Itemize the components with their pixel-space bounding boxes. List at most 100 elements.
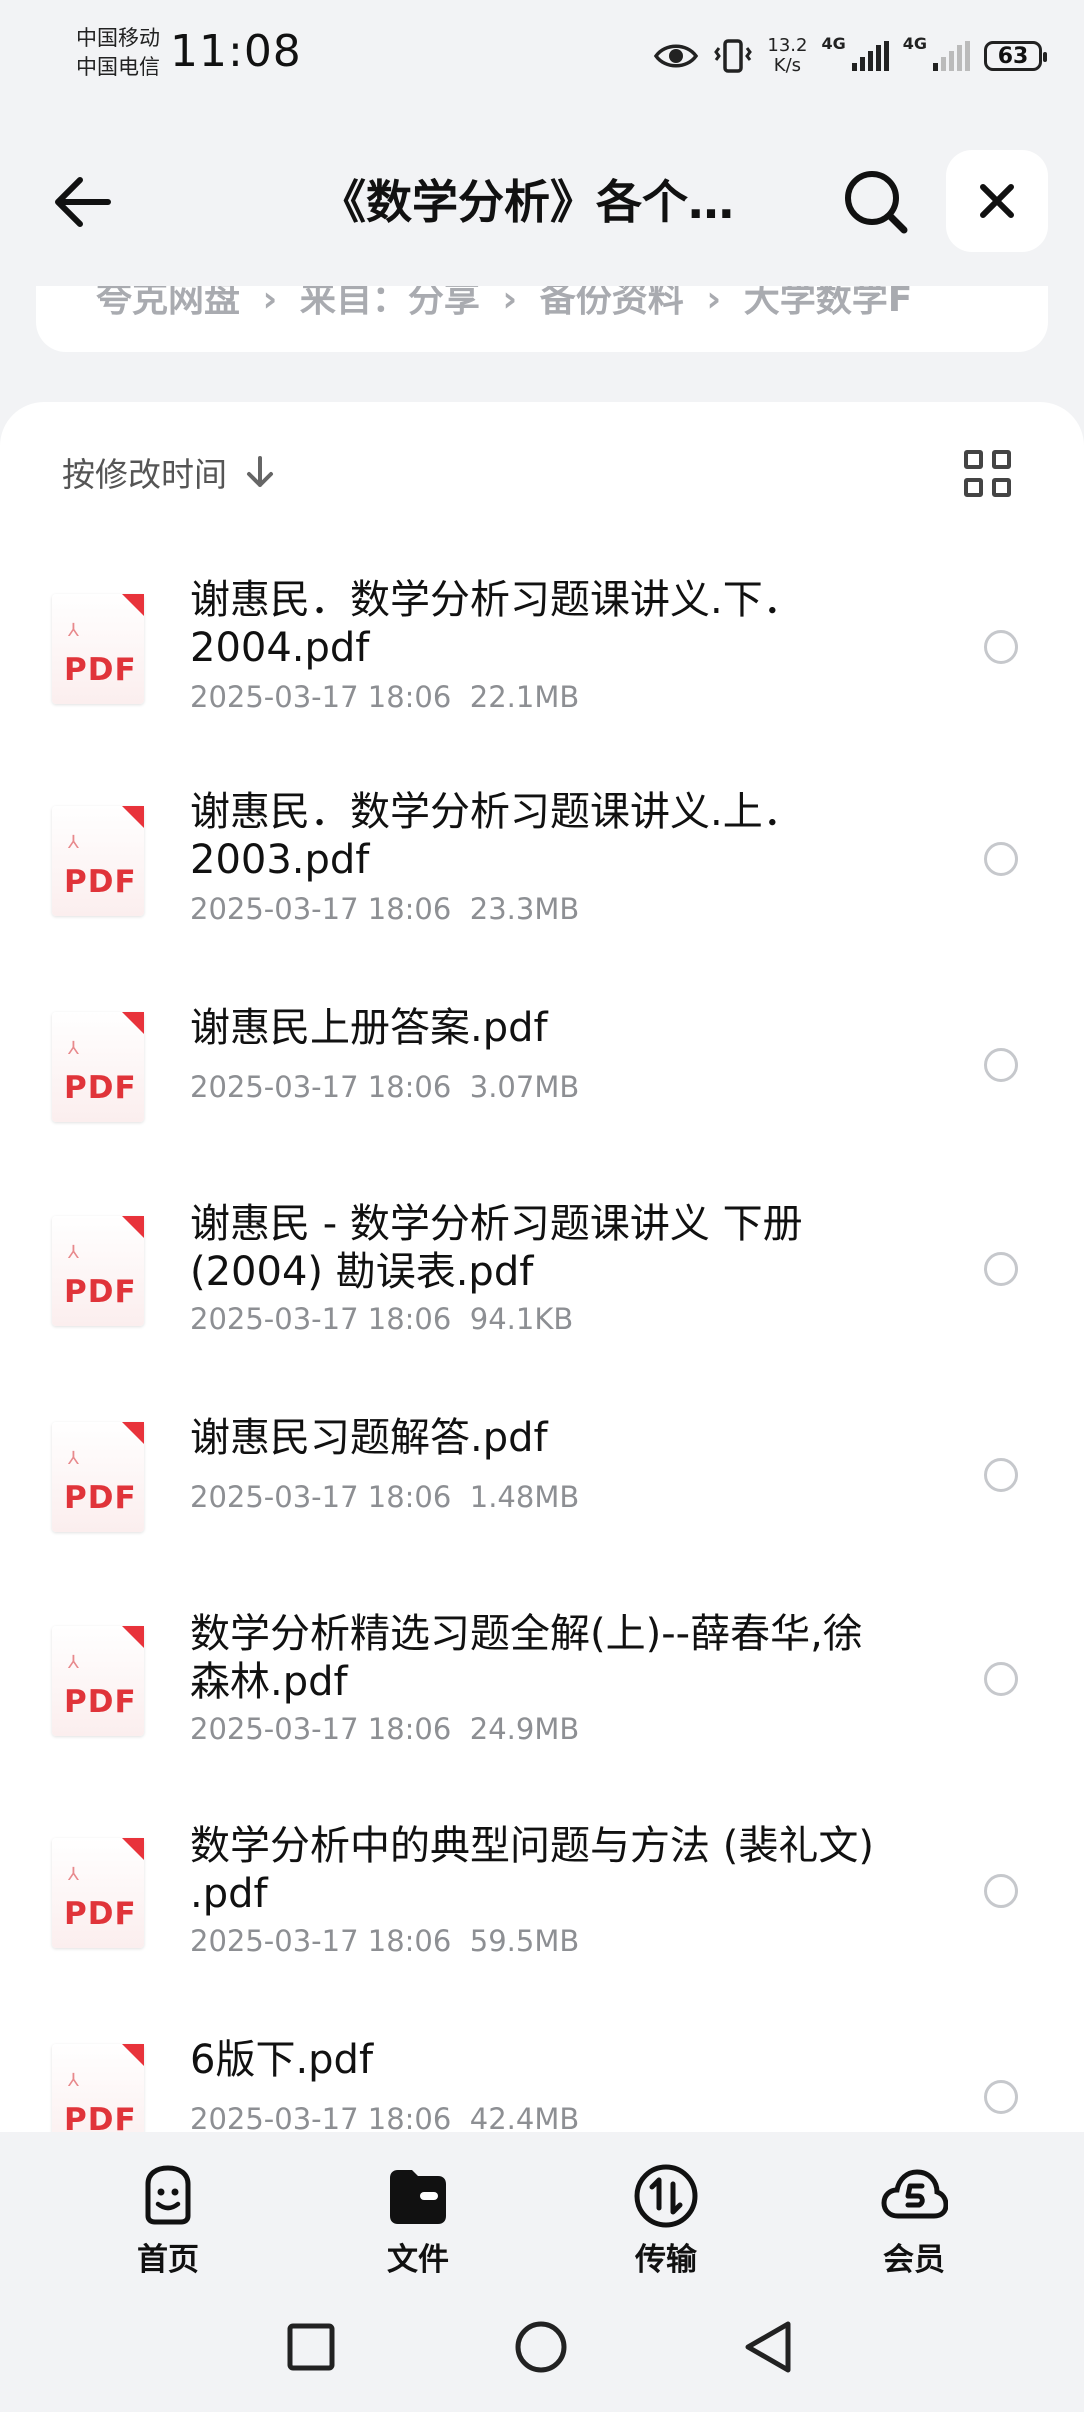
file-meta: 2025-03-17 18:06 3.07MB (190, 1070, 579, 1104)
cloud-vip-icon (881, 2169, 948, 2219)
file-name: 谢惠民．数学分析习题课讲义.下．2004.pdf (190, 577, 803, 671)
select-radio[interactable] (984, 1874, 1018, 1908)
tab-home[interactable]: 首页 (98, 2162, 238, 2282)
file-size: 1.48MB (469, 1480, 580, 1514)
pdf-file-icon: ⅄ PDF (52, 806, 144, 916)
file-row[interactable]: ⅄ PDF 谢惠民 - 数学分析习题课讲义 下册 (2004) 勘误表.pdf … (0, 1182, 1084, 1382)
back-button[interactable] (50, 170, 114, 234)
tab-vip[interactable]: 会员 (844, 2162, 984, 2282)
file-name: 谢惠民上册答案.pdf (190, 1005, 548, 1051)
file-row[interactable]: ⅄ PDF 谢惠民．数学分析习题课讲义.下．2004.pdf 2025-03-1… (0, 560, 1084, 760)
file-row[interactable]: ⅄ PDF 谢惠民习题解答.pdf 2025-03-17 18:06 1.48M… (0, 1388, 1084, 1588)
pdf-icon-label: PDF (64, 652, 137, 688)
pdf-file-icon: ⅄ PDF (52, 2044, 144, 2132)
file-date: 2025-03-17 18:06 (190, 1070, 452, 1104)
pdf-icon-label: PDF (64, 1684, 137, 1720)
pdf-icon-label: PDF (64, 864, 137, 900)
carrier-2: 中国电信 (76, 55, 160, 79)
file-name: 数学分析精选习题全解(上)--薛春华,徐森林.pdf (190, 1611, 863, 1705)
file-size: 23.3MB (469, 892, 580, 926)
eye-icon (654, 44, 699, 68)
status-icons: 13.2 K/s 4G 4G 63 (653, 28, 1047, 84)
file-row[interactable]: ⅄ PDF 6版下.pdf 2025-03-17 18:06 42.4MB (0, 2010, 1084, 2132)
circle-icon (515, 2321, 567, 2373)
file-row[interactable]: ⅄ PDF 数学分析中的典型问题与方法 (裴礼文) .pdf 2025-03-1… (0, 1804, 1084, 2004)
file-date: 2025-03-17 18:06 (190, 892, 452, 926)
home-button[interactable] (514, 2320, 568, 2378)
pdf-file-icon: ⅄ PDF (52, 1838, 144, 1948)
file-row[interactable]: ⅄ PDF 谢惠民上册答案.pdf 2025-03-17 18:06 3.07M… (0, 978, 1084, 1178)
transfer-icon (634, 2164, 698, 2228)
network-type-2: 4G (902, 34, 927, 53)
file-meta: 2025-03-17 18:06 23.3MB (190, 892, 579, 926)
select-radio[interactable] (984, 1048, 1018, 1082)
arrow-down-icon (247, 456, 273, 487)
system-navigation-bar (0, 2282, 1084, 2412)
select-radio[interactable] (984, 630, 1018, 664)
pdf-icon-label: PDF (64, 1070, 137, 1106)
file-meta: 2025-03-17 18:06 42.4MB (190, 2102, 579, 2132)
bottom-tab-bar: 首页 文件 传输 会员 (0, 2132, 1084, 2282)
file-name: 数学分析中的典型问题与方法 (裴礼文) .pdf (190, 1823, 874, 1917)
select-radio[interactable] (984, 842, 1018, 876)
status-time: 11:08 (170, 26, 302, 77)
back-nav-button[interactable] (742, 2320, 796, 2378)
tab-vip-label: 会员 (883, 2242, 945, 2278)
select-radio[interactable] (984, 1458, 1018, 1492)
search-button[interactable] (840, 166, 912, 238)
tab-home-label: 首页 (137, 2242, 199, 2278)
vibrate-icon (714, 39, 753, 73)
file-size: 59.5MB (469, 1924, 580, 1958)
pdf-file-icon: ⅄ PDF (52, 1012, 144, 1122)
carrier-1: 中国移动 (76, 26, 160, 50)
pdf-icon-label: PDF (64, 2102, 137, 2132)
file-size: 42.4MB (469, 2102, 580, 2132)
close-icon (980, 184, 1014, 218)
battery-icon: 63 (984, 41, 1047, 71)
file-date: 2025-03-17 18:06 (190, 1480, 452, 1514)
close-button[interactable] (946, 150, 1048, 252)
file-meta: 2025-03-17 18:06 24.9MB (190, 1712, 579, 1746)
folder-icon (390, 2170, 446, 2224)
file-meta: 2025-03-17 18:06 59.5MB (190, 1924, 579, 1958)
file-name: 谢惠民习题解答.pdf (190, 1415, 548, 1461)
top-header: 《数学分析》各个… (0, 130, 1084, 270)
select-radio[interactable] (984, 2080, 1018, 2114)
file-date: 2025-03-17 18:06 (190, 1302, 452, 1336)
file-size: 24.9MB (469, 1712, 580, 1746)
pdf-file-icon: ⅄ PDF (52, 1626, 144, 1736)
file-date: 2025-03-17 18:06 (190, 2102, 452, 2132)
network-type-1: 4G (821, 34, 846, 53)
select-radio[interactable] (984, 1252, 1018, 1286)
pdf-icon-label: PDF (64, 1896, 137, 1932)
recents-button[interactable] (286, 2322, 336, 2376)
pdf-icon-label: PDF (64, 1480, 137, 1516)
file-date: 2025-03-17 18:06 (190, 1924, 452, 1958)
sort-button[interactable]: 按修改时间 (62, 448, 275, 496)
tab-transfer[interactable]: 传输 (596, 2162, 736, 2282)
signal-icon-1 (851, 41, 889, 71)
file-row[interactable]: ⅄ PDF 谢惠民．数学分析习题课讲义.上．2003.pdf 2025-03-1… (0, 772, 1084, 972)
page-title: 《数学分析》各个… (320, 175, 734, 229)
battery-level: 63 (997, 43, 1029, 69)
file-meta: 2025-03-17 18:06 22.1MB (190, 680, 579, 714)
file-name: 谢惠民 - 数学分析习题课讲义 下册 (2004) 勘误表.pdf (190, 1201, 803, 1295)
breadcrumb[interactable]: 夸克网盘 › 来自：分享 › 备份资料 › 大学数学F (36, 286, 1048, 352)
triangle-back-icon (745, 2321, 791, 2373)
file-size: 94.1KB (469, 1302, 574, 1336)
speed-value: 13.2 (767, 35, 808, 56)
signal-icon-2 (933, 41, 970, 71)
carrier-info: 中国移动 中国电信 (76, 24, 160, 82)
square-icon (287, 2323, 335, 2371)
arrow-left-icon (55, 177, 111, 227)
pdf-file-icon: ⅄ PDF (52, 594, 144, 704)
file-date: 2025-03-17 18:06 (190, 680, 452, 714)
tab-transfer-label: 传输 (635, 2242, 697, 2278)
tab-files-label: 文件 (387, 2242, 449, 2278)
breadcrumb-path: 夸克网盘 › 来自：分享 › 备份资料 › 大学数学F (96, 286, 913, 320)
file-row[interactable]: ⅄ PDF 数学分析精选习题全解(上)--薛春华,徐森林.pdf 2025-03… (0, 1592, 1084, 1792)
select-radio[interactable] (984, 1662, 1018, 1696)
grid-view-button[interactable] (964, 450, 1016, 502)
tab-files[interactable]: 文件 (348, 2162, 488, 2282)
network-speed: 13.2 K/s (767, 36, 807, 76)
